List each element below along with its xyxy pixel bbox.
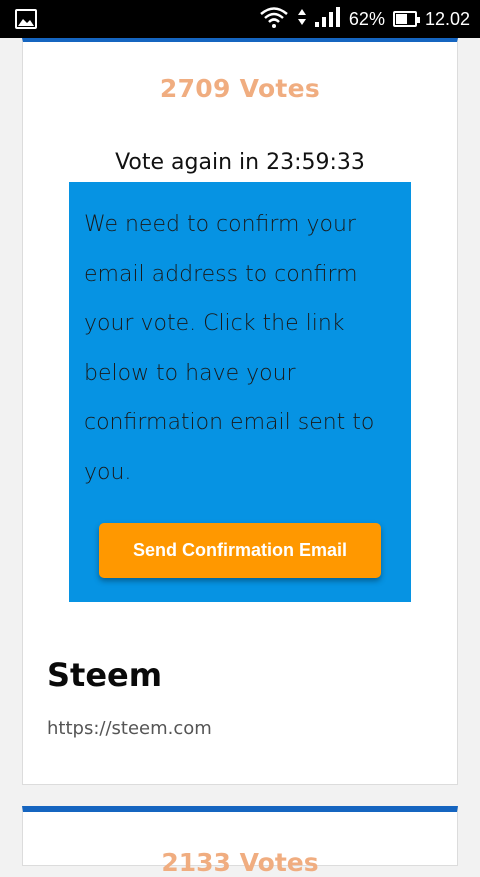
battery-percent: 62%: [348, 8, 385, 29]
data-transfer-icon: [297, 6, 307, 33]
status-bar: 62% 12.02: [0, 0, 480, 38]
wifi-icon: [259, 6, 289, 33]
gallery-notification-icon: [15, 9, 37, 29]
next-poll-card: 2133 Votes: [22, 806, 458, 877]
vote-count: 2709 Votes: [159, 74, 321, 103]
vote-again-timer: Vote again in 23:59:33: [115, 150, 365, 175]
site-name: Steem: [47, 656, 163, 694]
poll-card: 2709 Votes Vote again in 23:59:33 We nee…: [22, 38, 458, 785]
email-confirm-panel: We need to confirm your email address to…: [69, 182, 411, 602]
clock: 12.02: [424, 8, 470, 29]
confirm-message: We need to confirm your email address to…: [84, 212, 375, 485]
signal-icon: [314, 6, 341, 32]
site-url[interactable]: https://steem.com: [47, 718, 212, 739]
send-confirmation-email-button[interactable]: Send Confirmation Email: [99, 523, 381, 578]
battery-icon: [392, 11, 420, 27]
next-vote-count: 2133 Votes: [161, 848, 319, 877]
